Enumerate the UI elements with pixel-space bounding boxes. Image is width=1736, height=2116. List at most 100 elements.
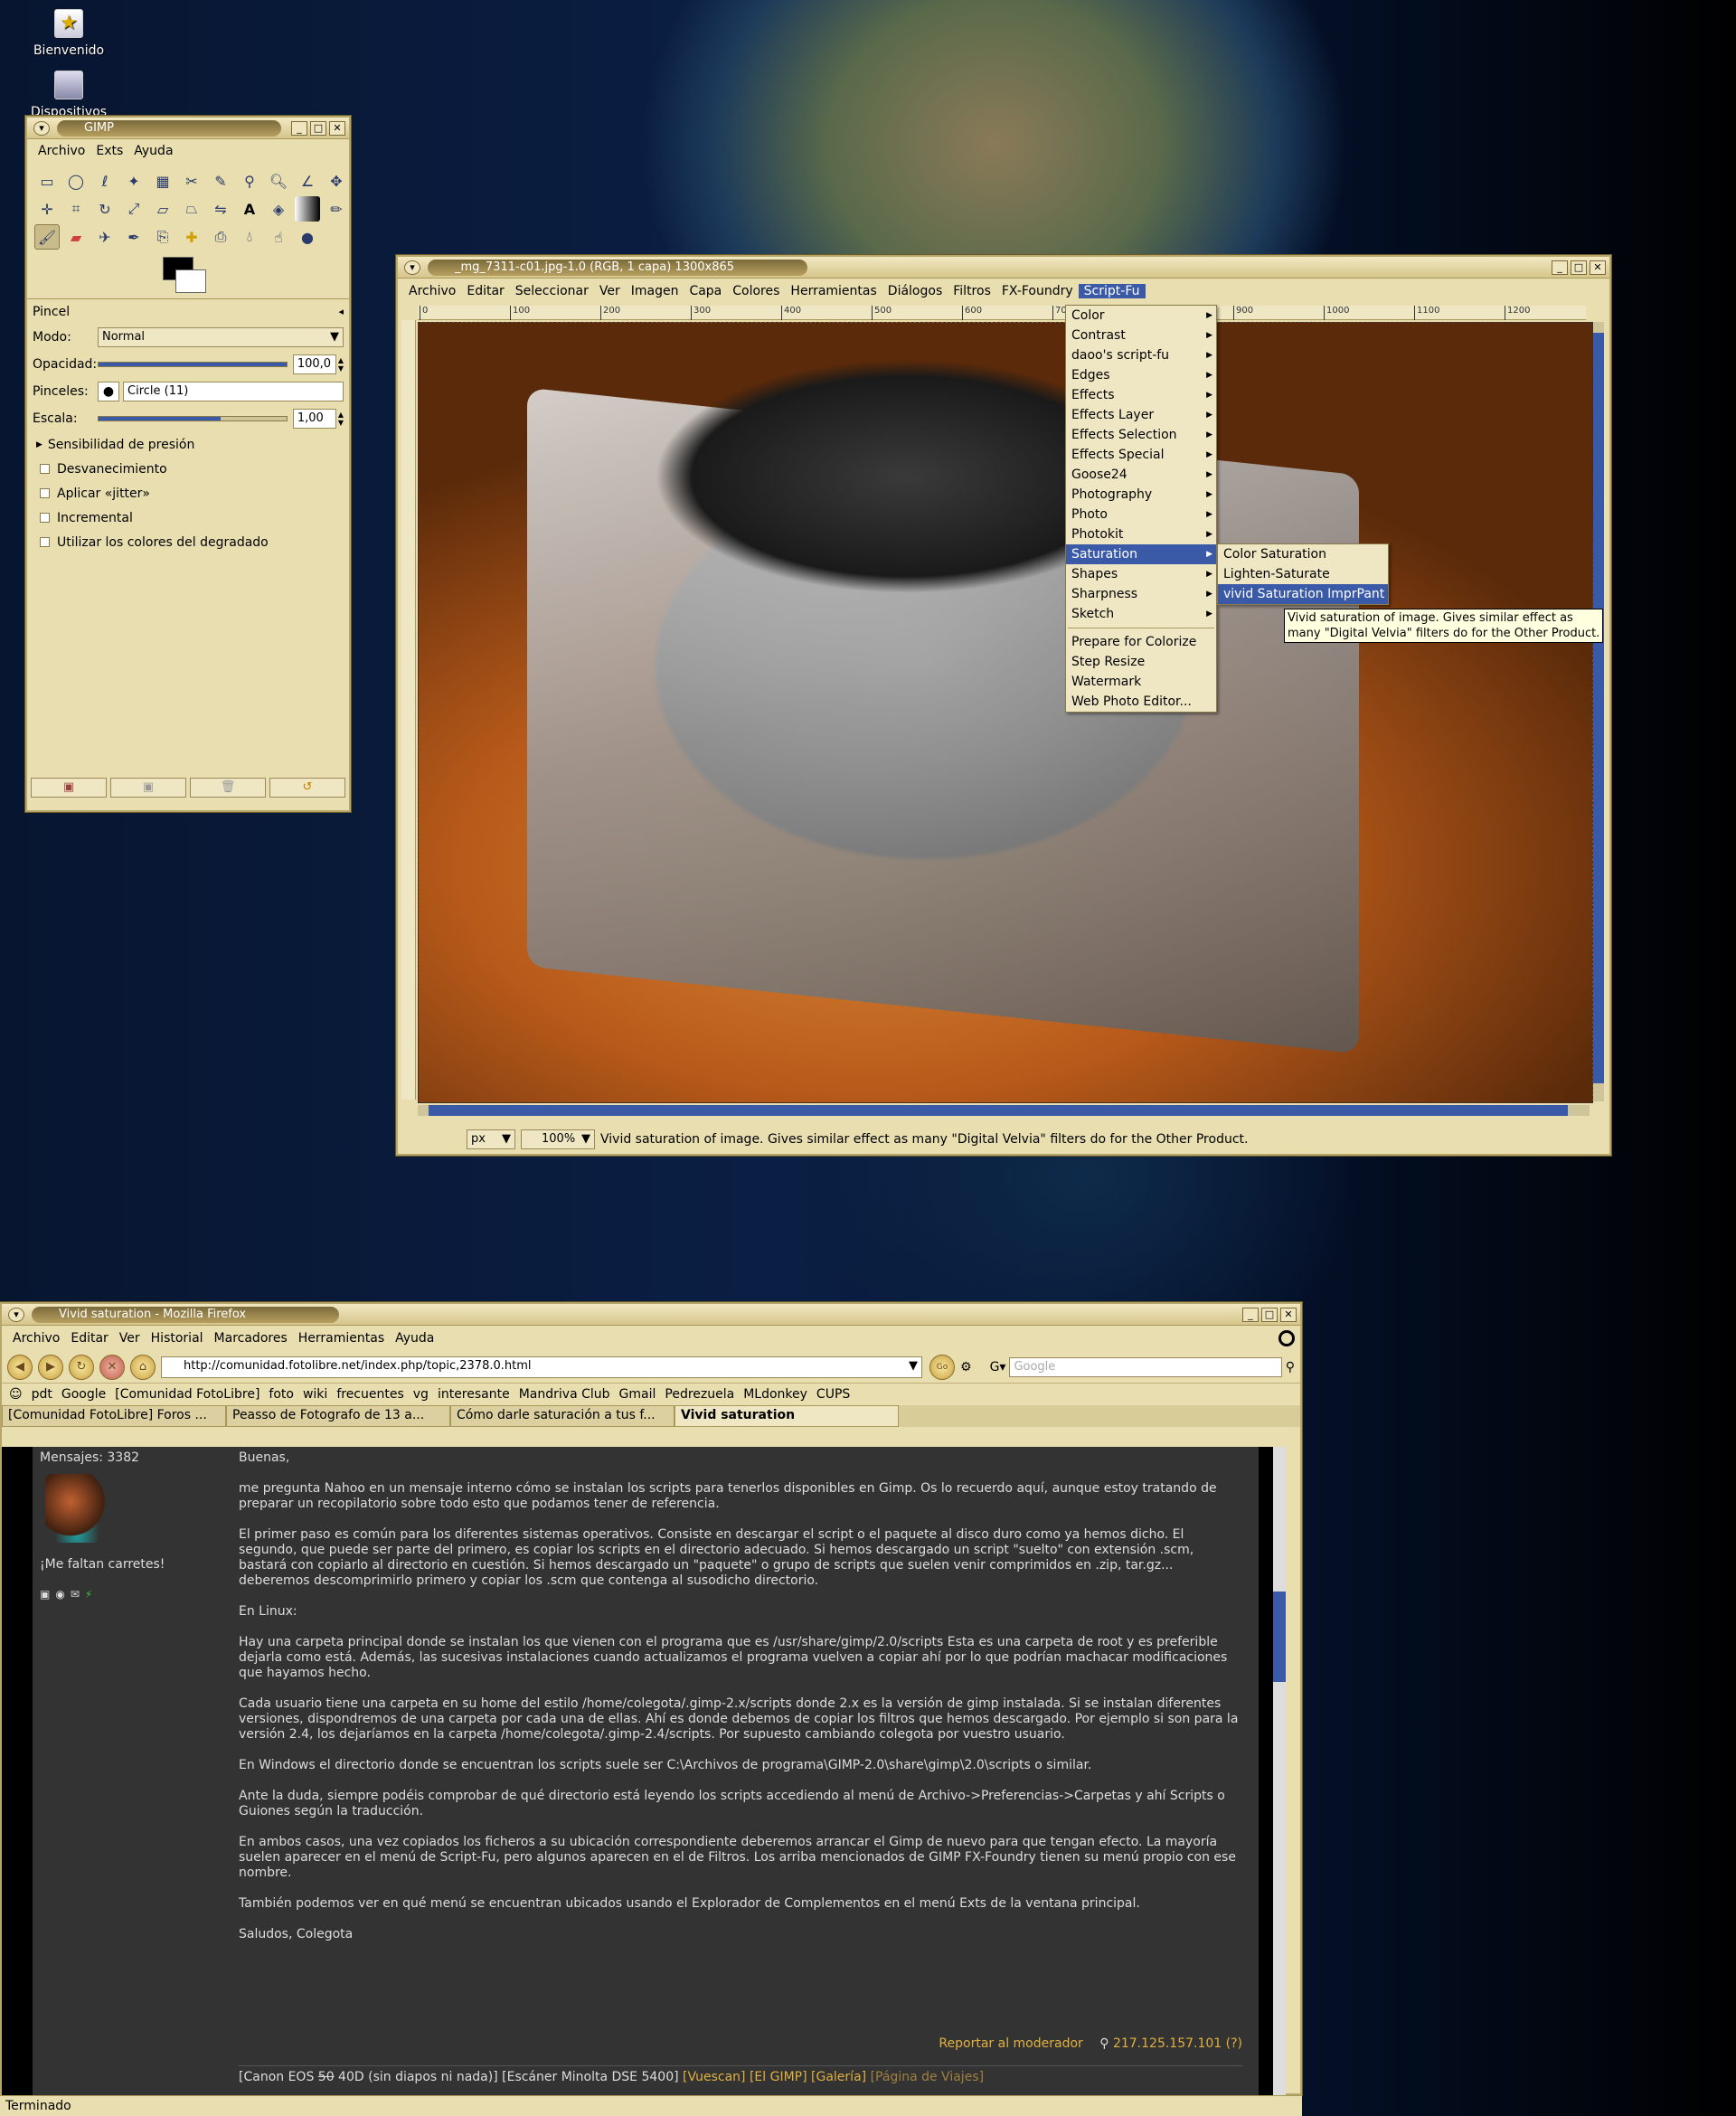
stop-icon[interactable]: ✕ (99, 1354, 125, 1380)
menu-marcadores[interactable]: Marcadores (209, 1331, 293, 1346)
configure-icon[interactable]: ◂ (338, 299, 344, 324)
menu-capa[interactable]: Capa (684, 284, 727, 298)
toolbox-titlebar[interactable]: ▾ GIMP _ □ ✕ (27, 118, 349, 139)
menu-historial[interactable]: Historial (146, 1331, 209, 1346)
minimize-icon[interactable]: _ (1242, 1307, 1259, 1322)
search-icon[interactable]: ⚲ (1286, 1360, 1295, 1374)
bookmark-item[interactable]: frecuentes (336, 1387, 403, 1402)
menu-ayuda[interactable]: Ayuda (390, 1331, 439, 1346)
window-menu-icon[interactable]: ▾ (8, 1307, 24, 1322)
menu-fx-foundry[interactable]: FX-Foundry (996, 284, 1079, 298)
close-icon[interactable]: ✕ (329, 120, 345, 136)
paintbrush-icon[interactable]: 🖌︎ (34, 224, 60, 250)
blend-icon[interactable] (295, 196, 320, 222)
bookmark-item[interactable]: CUPS (816, 1387, 850, 1402)
script-fu-item[interactable]: Color (1066, 306, 1216, 326)
paths-icon[interactable]: ✎ (208, 168, 233, 194)
menu-archivo[interactable]: Archivo (403, 284, 461, 298)
bookmark-item[interactable]: MLdonkey (743, 1387, 807, 1402)
color-select-icon[interactable]: ▦ (150, 168, 175, 194)
desktop-icon-bienvenido[interactable]: ★ Bienvenido (24, 9, 114, 58)
window-menu-icon[interactable]: ▾ (404, 260, 420, 275)
bookmark-item[interactable]: foto (269, 1387, 294, 1402)
rotate-icon[interactable]: ↻ (92, 196, 118, 222)
bookmark-item[interactable]: vg (413, 1387, 429, 1402)
checkbox-box[interactable] (40, 537, 50, 547)
script-fu-item[interactable]: Shapes (1066, 564, 1216, 584)
vertical-ruler[interactable] (401, 320, 416, 1100)
background-color[interactable] (175, 269, 206, 293)
script-fu-item[interactable]: Watermark (1066, 672, 1216, 692)
menu-editar[interactable]: Editar (65, 1331, 113, 1346)
scrollbar-thumb[interactable] (1593, 333, 1604, 1083)
script-fu-item[interactable]: Effects (1066, 385, 1216, 405)
maximize-icon[interactable]: □ (310, 120, 326, 136)
measure-icon[interactable]: ∠ (295, 168, 320, 194)
menu-archivo[interactable]: Archivo (7, 1331, 65, 1346)
script-fu-item[interactable]: Photo (1066, 505, 1216, 524)
script-fu-item[interactable]: Goose24 (1066, 465, 1216, 485)
horizontal-scrollbar[interactable] (418, 1105, 1590, 1116)
profile-icon[interactable]: ▣ (40, 1588, 55, 1601)
checkbox-box[interactable] (40, 464, 50, 474)
saturation-item[interactable]: Lighten-Saturate (1218, 564, 1388, 584)
perspective-clone-icon[interactable]: ⎙ (208, 224, 233, 250)
scrollbar-thumb[interactable] (1273, 1592, 1286, 1682)
zoom-icon[interactable]: 🔍︎ (266, 168, 291, 194)
reload-icon[interactable]: ↻ (69, 1354, 94, 1380)
scale-icon[interactable]: ⤢ (121, 196, 146, 222)
bookmark-item[interactable]: pdt (32, 1387, 52, 1402)
menu-dialogos[interactable]: Diálogos (882, 284, 948, 298)
home-icon[interactable]: ⌂ (130, 1354, 156, 1380)
scrollbar-thumb[interactable] (429, 1105, 1568, 1116)
bookmarks-icon[interactable]: ☺ (9, 1387, 23, 1402)
image-titlebar[interactable]: ▾ _mg_7311-c01.jpg-1.0 (RGB, 1 capa) 130… (398, 257, 1609, 279)
firefox-titlebar[interactable]: ▾ Vivid saturation - Mozilla Firefox _ □… (2, 1304, 1300, 1326)
script-fu-item[interactable]: Effects Layer (1066, 405, 1216, 425)
script-fu-item[interactable]: Photography (1066, 485, 1216, 505)
checkbox-box[interactable] (40, 488, 50, 498)
email-icon[interactable]: ✉ (71, 1588, 85, 1601)
opacity-slider[interactable] (98, 362, 288, 367)
spinner-icon[interactable]: ▲ ▼ (338, 356, 344, 373)
signature-link-viajes[interactable]: [Página de Viajes] (871, 2070, 984, 2084)
signature-link-vuescan[interactable]: [Vuescan] (683, 2070, 745, 2084)
script-fu-item[interactable]: Effects Special (1066, 445, 1216, 465)
window-menu-icon[interactable]: ▾ (33, 120, 50, 136)
scale-input[interactable]: 1,00 (292, 409, 336, 429)
flip-icon[interactable]: ⇋ (208, 196, 233, 222)
close-icon[interactable]: ✕ (1280, 1307, 1297, 1322)
saturation-item[interactable]: Color Saturation (1218, 544, 1388, 564)
horizontal-ruler[interactable]: 0100200300400500600700800900100011001200 (418, 306, 1586, 320)
restore-options-icon[interactable]: ▣ (110, 778, 186, 798)
opacity-input[interactable]: 100,0 (292, 354, 336, 374)
forward-icon[interactable]: ▶ (38, 1354, 63, 1380)
script-fu-item[interactable]: Sharpness (1066, 584, 1216, 604)
spinner-icon[interactable]: ▲ ▼ (338, 411, 344, 427)
script-fu-item[interactable]: Prepare for Colorize (1066, 632, 1216, 652)
delete-options-icon[interactable]: 🗑︎ (190, 778, 266, 798)
browser-tab[interactable]: Vivid saturation (675, 1405, 899, 1427)
zoom-select[interactable]: 100% ▼ (521, 1129, 595, 1149)
minimize-icon[interactable]: _ (291, 120, 307, 136)
ip-link[interactable]: 217.125.157.101 (?) (1113, 2036, 1242, 2051)
bookmark-item[interactable]: Google (61, 1387, 106, 1402)
chevron-down-icon[interactable]: ▼ (909, 1357, 918, 1377)
search-engine-icon[interactable]: G▾ (990, 1360, 1006, 1374)
script-fu-item[interactable]: Step Resize (1066, 652, 1216, 672)
go-icon[interactable]: Go (929, 1354, 955, 1380)
smudge-icon[interactable]: ☝ (266, 224, 291, 250)
fuzzy-select-icon[interactable]: ✦ (121, 168, 146, 194)
script-fu-item[interactable]: Saturation (1066, 544, 1216, 564)
menu-editar[interactable]: Editar (461, 284, 509, 298)
bookmark-item[interactable]: Gmail (619, 1387, 656, 1402)
checkbox-gradient-colors[interactable]: Utilizar los colores del degradado (27, 530, 349, 554)
menu-herramientas[interactable]: Herramientas (785, 284, 882, 298)
pressure-expander[interactable]: ▶ Sensibilidad de presión (27, 432, 349, 457)
script-fu-item[interactable]: Photokit (1066, 524, 1216, 544)
vertical-scrollbar[interactable] (1593, 322, 1604, 1101)
checkbox-box[interactable] (40, 513, 50, 523)
brush-preview-icon[interactable]: ● (98, 382, 119, 401)
bookmark-item[interactable]: Mandriva Club (519, 1387, 610, 1402)
script-fu-item[interactable]: Contrast (1066, 326, 1216, 345)
